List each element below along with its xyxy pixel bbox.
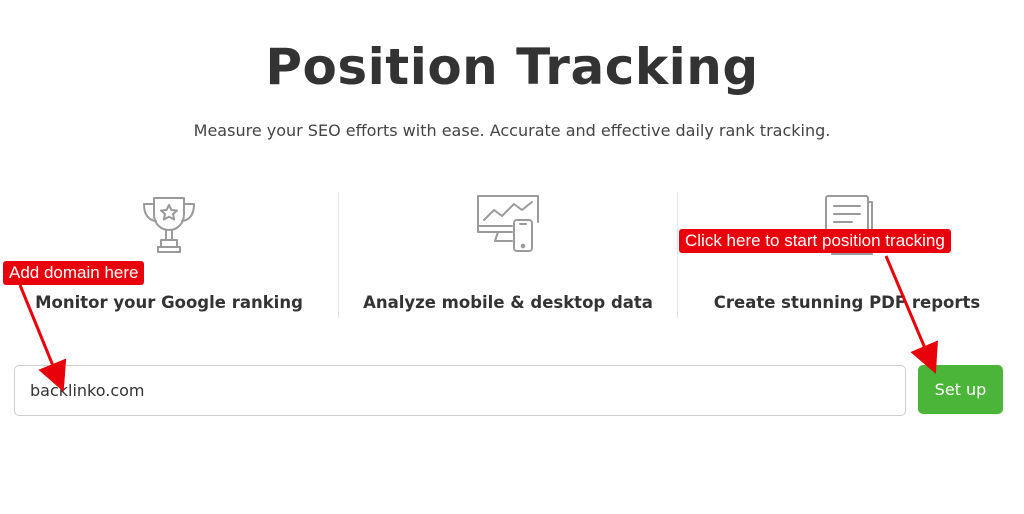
add-domain-callout: Add domain here [3,261,145,285]
domain-input[interactable] [14,365,906,416]
start-tracking-callout: Click here to start position tracking [679,229,951,253]
feature-monitor-ranking: Monitor your Google ranking [0,190,338,320]
feature-pdf-reports: Create stunning PDF reports [678,190,1016,320]
monitor-phone-chart-icon [477,195,539,252]
feature-label: Create stunning PDF reports [713,293,981,312]
trophy-icon [143,197,195,253]
feature-label: Monitor your Google ranking [35,293,303,312]
page-subtitle: Measure your SEO efforts with ease. Accu… [193,121,831,140]
setup-button[interactable]: Set up [918,365,1003,414]
feature-label: Analyze mobile & desktop data [363,293,653,312]
page-title: Position Tracking [265,38,759,96]
feature-mobile-desktop: Analyze mobile & desktop data [339,190,677,320]
